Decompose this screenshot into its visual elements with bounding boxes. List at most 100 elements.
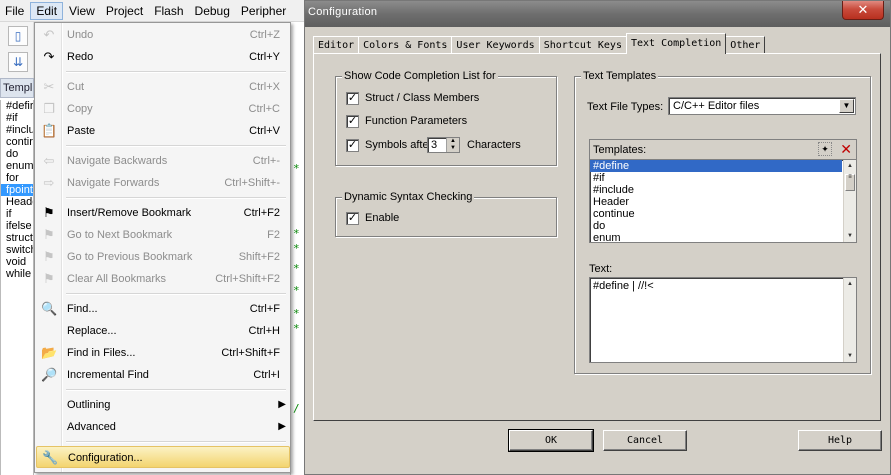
template-list-item[interactable]: ifelse bbox=[1, 220, 33, 232]
template-list-item[interactable]: struct bbox=[1, 232, 33, 244]
menu-item-undo[interactable]: ↶ Undo Ctrl+Z bbox=[36, 24, 290, 46]
editor-area[interactable]: * * * * * * * / bbox=[290, 22, 304, 475]
text-templates-group-title: Text Templates bbox=[581, 70, 659, 82]
menu-item-shortcut: Ctrl+Y bbox=[249, 51, 280, 63]
template-list-item[interactable]: fpointe bbox=[1, 184, 33, 196]
text-scrollbar[interactable]: ▲ ▼ bbox=[843, 278, 856, 362]
symbols-count-spinner[interactable]: 3 ▲ ▼ bbox=[427, 137, 460, 153]
spinner-arrows-icon[interactable]: ▲ ▼ bbox=[446, 138, 459, 152]
template-item[interactable]: do bbox=[590, 220, 842, 232]
menu-item-outlining[interactable]: Outlining ▶ bbox=[36, 394, 290, 416]
template-item[interactable]: #if bbox=[590, 172, 842, 184]
template-list-item[interactable]: enum bbox=[1, 160, 33, 172]
templates-listbox[interactable]: #define #if #include Header continue do enum ▲… bbox=[589, 159, 857, 243]
template-list-item[interactable]: do bbox=[1, 148, 33, 160]
checkmark-icon: ✓ bbox=[346, 212, 359, 225]
scroll-up-icon[interactable]: ▲ bbox=[844, 278, 856, 290]
tab-shortcut-keys[interactable]: Shortcut Keys bbox=[538, 36, 627, 54]
menu-view[interactable]: View bbox=[64, 2, 100, 20]
menu-project[interactable]: Project bbox=[101, 2, 148, 20]
menu-item-cut[interactable]: ✂ Cut Ctrl+X bbox=[36, 76, 290, 98]
tab-editor[interactable]: Editor bbox=[313, 36, 360, 54]
menu-item-go-to-next-bookmark[interactable]: ⚑ Go to Next Bookmark F2 bbox=[36, 224, 290, 246]
template-list-item[interactable]: if bbox=[1, 208, 33, 220]
templates-panel-tab[interactable]: Templ bbox=[0, 78, 34, 98]
tab-other[interactable]: Other bbox=[725, 36, 766, 54]
menu-debug[interactable]: Debug bbox=[190, 2, 235, 20]
dialog-titlebar[interactable]: Configuration ✕ bbox=[305, 1, 890, 27]
menu-item-replace[interactable]: Replace... Ctrl+H bbox=[36, 320, 290, 342]
function-parameters-checkbox[interactable]: ✓ Function Parameters bbox=[346, 115, 467, 128]
struct-members-checkbox[interactable]: ✓ Struct / Class Members bbox=[346, 92, 479, 105]
symbols-after-label: Symbols after bbox=[365, 139, 433, 151]
menu-item-navigate-forwards[interactable]: ⇨ Navigate Forwards Ctrl+Shift+- bbox=[36, 172, 290, 194]
template-list-item[interactable]: contir bbox=[1, 136, 33, 148]
template-list-item[interactable]: void bbox=[1, 256, 33, 268]
find-icon: 🔍 bbox=[41, 301, 58, 316]
scroll-down-icon[interactable]: ▼ bbox=[844, 350, 856, 362]
menu-item-find[interactable]: 🔍 Find... Ctrl+F bbox=[36, 298, 290, 320]
new-template-icon[interactable]: ✦ bbox=[818, 142, 832, 156]
menu-item-shortcut: Ctrl+Z bbox=[249, 29, 280, 41]
menu-flash[interactable]: Flash bbox=[149, 2, 188, 20]
menu-item-configuration[interactable]: 🔧 Configuration... bbox=[36, 446, 290, 468]
template-list-item[interactable]: switch bbox=[1, 244, 33, 256]
text-label: Text: bbox=[589, 263, 613, 275]
menu-edit[interactable]: Edit bbox=[30, 1, 64, 20]
scissors-icon: ✂ bbox=[43, 79, 55, 94]
menu-item-copy[interactable]: ❐ Copy Ctrl+C bbox=[36, 98, 290, 120]
delete-template-icon[interactable]: ✕ bbox=[840, 141, 852, 157]
menu-item-clear-all-bookmarks[interactable]: ⚑ Clear All Bookmarks Ctrl+Shift+F2 bbox=[36, 268, 290, 290]
templates-label: Templates: bbox=[593, 144, 647, 156]
template-item[interactable]: continue bbox=[590, 208, 842, 220]
template-list-item[interactable]: #if bbox=[1, 112, 33, 124]
menu-item-redo[interactable]: ↷ Redo Ctrl+Y bbox=[36, 46, 290, 68]
load-icon[interactable]: ⇊ bbox=[8, 52, 28, 72]
scroll-thumb[interactable]: ≡ bbox=[845, 174, 855, 191]
submenu-arrow-icon: ▶ bbox=[278, 399, 286, 410]
menubar: File Edit View Project Flash Debug Perip… bbox=[0, 0, 305, 22]
help-button[interactable]: Help bbox=[798, 430, 882, 451]
tab-user-keywords[interactable]: User Keywords bbox=[451, 36, 540, 54]
menu-item-navigate-backwards[interactable]: ⇦ Navigate Backwards Ctrl+- bbox=[36, 150, 290, 172]
menu-item-label: Clear All Bookmarks bbox=[67, 273, 167, 285]
template-item[interactable]: #define bbox=[590, 160, 842, 172]
close-icon: ✕ bbox=[857, 2, 869, 17]
menu-item-insert-remove-bookmark[interactable]: ⚑ Insert/Remove Bookmark Ctrl+F2 bbox=[36, 202, 290, 224]
templates-scrollbar[interactable]: ▲ ≡ ▼ bbox=[843, 160, 856, 242]
template-list-item[interactable]: for bbox=[1, 172, 33, 184]
menu-peripherals[interactable]: Peripher bbox=[236, 2, 291, 20]
template-list-item[interactable]: #defir bbox=[1, 100, 33, 112]
menu-item-shortcut: Ctrl+F2 bbox=[243, 207, 280, 219]
ok-button[interactable]: OK bbox=[508, 429, 594, 452]
menu-file[interactable]: File bbox=[0, 2, 29, 20]
template-item[interactable]: enum bbox=[590, 232, 842, 242]
close-button[interactable]: ✕ bbox=[842, 1, 884, 20]
tab-text-completion[interactable]: Text Completion bbox=[625, 33, 727, 54]
template-item[interactable]: Header bbox=[590, 196, 842, 208]
template-list-item[interactable]: while bbox=[1, 268, 33, 280]
new-file-icon[interactable]: ▯ bbox=[8, 26, 28, 46]
template-item[interactable]: #include bbox=[590, 184, 842, 196]
menu-item-find-in-files[interactable]: 📂 Find in Files... Ctrl+Shift+F bbox=[36, 342, 290, 364]
tab-colors-fonts[interactable]: Colors & Fonts bbox=[358, 36, 453, 54]
menu-item-go-to-previous-bookmark[interactable]: ⚑ Go to Previous Bookmark Shift+F2 bbox=[36, 246, 290, 268]
templates-list[interactable]: #defir#if#inclucontirdoenumforfpointeHea… bbox=[0, 100, 34, 475]
menu-item-incremental-find[interactable]: 🔎 Incremental Find Ctrl+I bbox=[36, 364, 290, 386]
enable-checkbox[interactable]: ✓ Enable bbox=[346, 212, 399, 225]
scroll-down-icon[interactable]: ▼ bbox=[844, 230, 856, 242]
menu-item-advanced[interactable]: Advanced ▶ bbox=[36, 416, 290, 438]
symbols-after-checkbox[interactable]: ✓ Symbols after bbox=[346, 139, 432, 152]
template-list-item[interactable]: Heade bbox=[1, 196, 33, 208]
template-text-area[interactable]: #define | //!< ▲ ▼ bbox=[589, 277, 857, 363]
file-types-dropdown[interactable]: C/C++ Editor files ▼ bbox=[668, 97, 856, 115]
paste-icon: 📋 bbox=[41, 123, 58, 138]
menu-item-shortcut: Ctrl+Shift+- bbox=[224, 177, 280, 189]
cancel-button[interactable]: Cancel bbox=[603, 430, 687, 451]
chevron-down-icon[interactable]: ▼ bbox=[839, 99, 854, 113]
template-list-item[interactable]: #inclu bbox=[1, 124, 33, 136]
scroll-up-icon[interactable]: ▲ bbox=[844, 160, 856, 172]
code-completion-group-title: Show Code Completion List for bbox=[342, 70, 498, 82]
menu-item-paste[interactable]: 📋 Paste Ctrl+V bbox=[36, 120, 290, 142]
menu-item-label: Paste bbox=[67, 125, 96, 137]
